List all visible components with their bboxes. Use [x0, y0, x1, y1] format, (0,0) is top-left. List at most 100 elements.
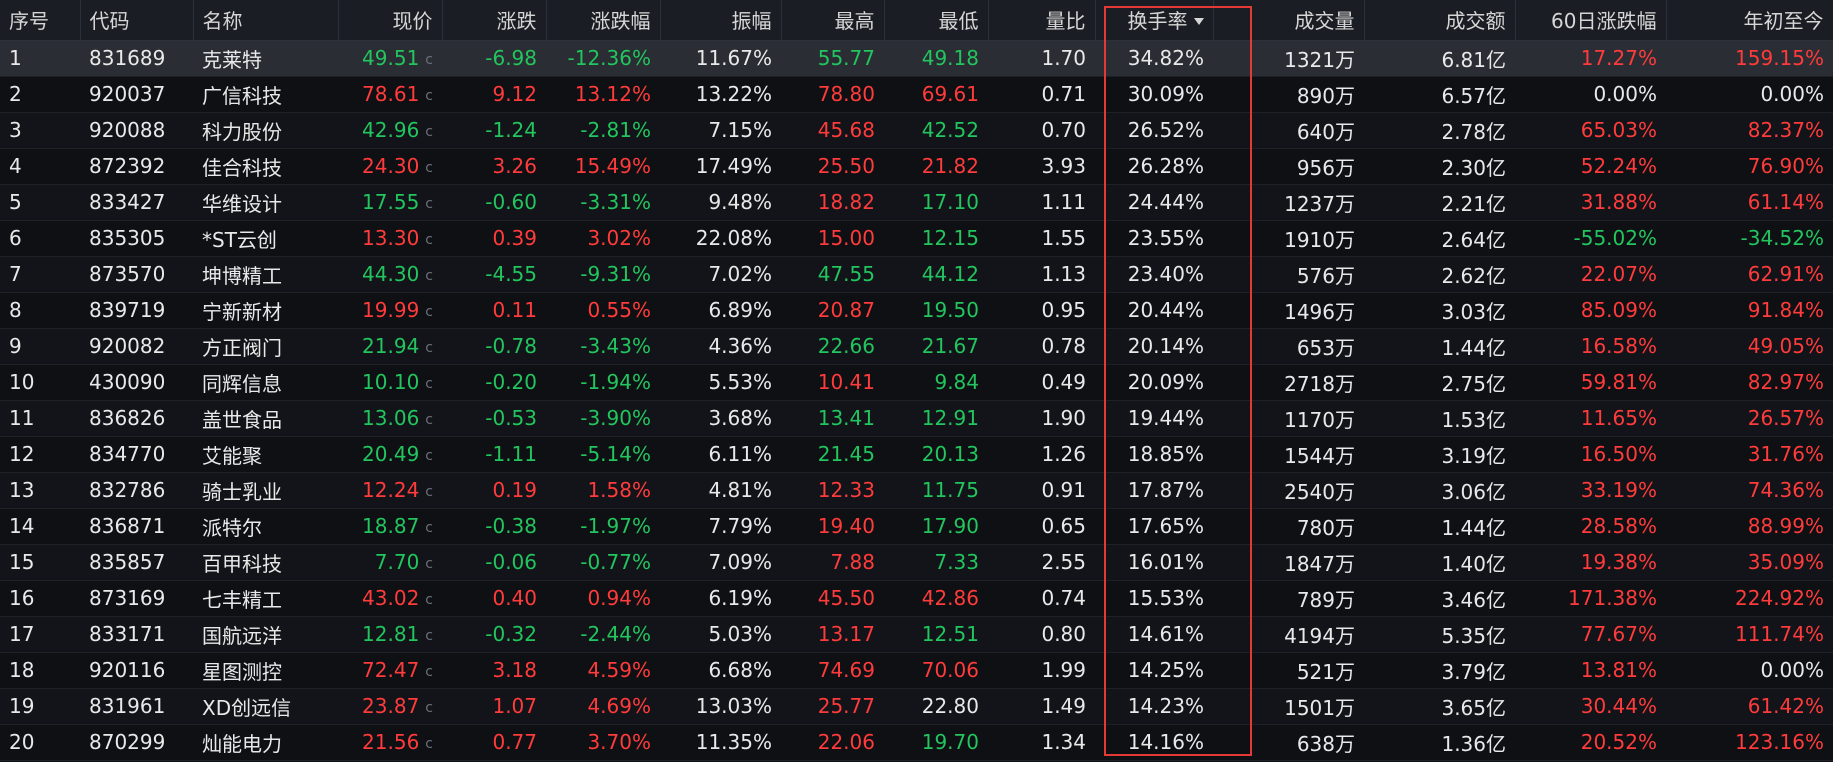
cell-chg60-value: 17.27% [1580, 46, 1657, 70]
cell-change-pct-value: -5.14% [580, 442, 651, 466]
table-row[interactable]: 16 873169 七丰精工 43.02 c 0.40 0.94% 6.19% 45.50 42.… [0, 580, 1833, 617]
cell-chg60: 11.65% [1515, 400, 1666, 437]
price-suffix-mark: c [425, 160, 433, 176]
cell-vol-ratio-value: 1.55 [1041, 226, 1086, 250]
cell-amplitude-value: 4.81% [708, 478, 772, 502]
cell-chg60-value: 19.38% [1580, 550, 1657, 574]
cell-change: 0.19 [442, 472, 546, 509]
cell-chg60: 17.27% [1515, 40, 1666, 77]
col-header-amount[interactable]: 成交额 [1364, 0, 1516, 41]
table-row[interactable]: 12 834770 艾能聚 20.49 c -1.11 -5.14% 6.11% 21.45 20… [0, 436, 1833, 473]
cell-ytd: 31.76% [1666, 436, 1833, 473]
col-header-volume[interactable]: 成交量 [1213, 0, 1365, 41]
cell-change-value: -0.60 [485, 190, 537, 214]
cell-turnover-value: 17.87% [1127, 478, 1204, 502]
cell-price-value: 12.81 [362, 622, 420, 646]
cell-amount-value: 2.62亿 [1441, 263, 1506, 288]
cell-low-value: 21.67 [921, 334, 979, 358]
cell-ytd-value: 0.00% [1760, 82, 1824, 106]
price-suffix-mark: c [425, 196, 433, 212]
cell-ytd: 91.84% [1666, 292, 1833, 329]
table-row[interactable]: 1 831689 克莱特 49.51 c -6.98 -12.36% 11.67% 55.77 4… [0, 40, 1833, 77]
cell-volume-value: 4194万 [1284, 623, 1355, 648]
col-header-vol-ratio[interactable]: 量比 [988, 0, 1096, 41]
sort-desc-icon [1193, 18, 1204, 26]
table-row[interactable]: 7 873570 坤博精工 44.30 c -4.55 -9.31% 7.02% 47.55 44… [0, 256, 1833, 293]
cell-high: 25.50 [781, 148, 884, 185]
col-header-chg60[interactable]: 60日涨跌幅 [1515, 0, 1667, 41]
col-header-code[interactable]: 代码 [80, 0, 194, 41]
table-row[interactable]: 10 430090 同辉信息 10.10 c -0.20 -1.94% 5.53% 10.41 9… [0, 364, 1833, 401]
cell-code-value: 835857 [89, 550, 166, 574]
cell-volume-value: 1237万 [1284, 191, 1355, 216]
cell-ytd: 0.00% [1666, 76, 1833, 113]
cell-high: 45.68 [781, 112, 884, 149]
cell-change-pct: -12.36% [546, 40, 660, 77]
cell-change-value: -0.06 [485, 550, 537, 574]
col-header-name[interactable]: 名称 [193, 0, 339, 41]
table-row[interactable]: 14 836871 派特尔 18.87 c -0.38 -1.97% 7.79% 19.40 17… [0, 508, 1833, 545]
table-row[interactable]: 9 920082 方正阀门 21.94 c -0.78 -3.43% 4.36% 22.66 21… [0, 328, 1833, 365]
cell-price: 18.87 c [338, 508, 442, 545]
table-row[interactable]: 5 833427 华维设计 17.55 c -0.60 -3.31% 9.48% 18.82 17… [0, 184, 1833, 221]
cell-chg60: 77.67% [1515, 616, 1666, 653]
cell-low: 42.52 [884, 112, 988, 149]
cell-name: 科力股份 [193, 112, 338, 149]
cell-amount-value: 3.03亿 [1441, 299, 1506, 324]
cell-change-pct-value: -1.94% [580, 370, 651, 394]
cell-seq-value: 5 [9, 190, 22, 214]
col-header-amplitude[interactable]: 振幅 [660, 0, 782, 41]
cell-seq-value: 19 [9, 694, 35, 718]
cell-high: 7.88 [781, 544, 884, 581]
table-row[interactable]: 11 836826 盖世食品 13.06 c -0.53 -3.90% 3.68% 13.41 1… [0, 400, 1833, 437]
cell-ytd-value: 26.57% [1747, 406, 1824, 430]
cell-low: 49.18 [884, 40, 988, 77]
col-header-change-pct[interactable]: 涨跌幅 [546, 0, 661, 41]
cell-high-value: 19.40 [817, 514, 875, 538]
cell-high-value: 45.50 [817, 586, 875, 610]
table-row[interactable]: 2 920037 广信科技 78.61 c 9.12 13.12% 13.22% 78.80 69… [0, 76, 1833, 113]
col-header-turnover[interactable]: 换手率 [1095, 0, 1214, 41]
cell-low: 44.12 [884, 256, 988, 293]
cell-amount: 2.75亿 [1364, 364, 1515, 401]
table-row[interactable]: 8 839719 宁新新材 19.99 c 0.11 0.55% 6.89% 20.87 19.5… [0, 292, 1833, 329]
table-row[interactable]: 19 831961 XD创远信 23.87 c 1.07 4.69% 13.03% 25.77 2… [0, 688, 1833, 725]
table-row[interactable]: 15 835857 百甲科技 7.70 c -0.06 -0.77% 7.09% 7.88 7.3… [0, 544, 1833, 581]
cell-change-pct-value: 0.55% [587, 298, 651, 322]
table-row[interactable]: 3 920088 科力股份 42.96 c -1.24 -2.81% 7.15% 45.68 42… [0, 112, 1833, 149]
cell-code-value: 920116 [89, 658, 166, 682]
cell-amplitude: 13.03% [660, 688, 781, 725]
table-row[interactable]: 17 833171 国航远洋 12.81 c -0.32 -2.44% 5.03% 13.17 1… [0, 616, 1833, 653]
col-header-price[interactable]: 现价 [338, 0, 443, 41]
cell-amount: 1.44亿 [1364, 508, 1515, 545]
cell-volume-value: 653万 [1296, 335, 1355, 360]
cell-volume: 789万 [1213, 580, 1364, 617]
cell-name: *ST云创 [193, 220, 338, 257]
cell-name-value: 派特尔 [202, 515, 262, 540]
table-row[interactable]: 18 920116 星图测控 72.47 c 3.18 4.59% 6.68% 74.69 70.… [0, 652, 1833, 689]
cell-high-value: 20.87 [817, 298, 875, 322]
table-row[interactable]: 20 870299 灿能电力 21.56 c 0.77 3.70% 11.35% 22.06 19… [0, 724, 1833, 761]
table-row[interactable]: 4 872392 佳合科技 24.30 c 3.26 15.49% 17.49% 25.50 21… [0, 148, 1833, 185]
cell-high: 21.45 [781, 436, 884, 473]
cell-name-value: 百甲科技 [202, 551, 282, 576]
cell-amplitude: 4.81% [660, 472, 781, 509]
col-header-low[interactable]: 最低 [884, 0, 989, 41]
col-header-seq[interactable]: 序号 [0, 0, 81, 41]
cell-change-value: -0.32 [485, 622, 537, 646]
cell-chg60-value: 31.88% [1580, 190, 1657, 214]
cell-amount: 6.57亿 [1364, 76, 1515, 113]
cell-change-pct: 4.69% [546, 688, 660, 725]
cell-code-value: 920088 [89, 118, 166, 142]
table-row[interactable]: 6 835305 *ST云创 13.30 c 0.39 3.02% 22.08% 15.00 12… [0, 220, 1833, 257]
table-row[interactable]: 13 832786 骑士乳业 12.24 c 0.19 1.58% 4.81% 12.33 11.… [0, 472, 1833, 509]
col-header-ytd[interactable]: 年初至今 [1666, 0, 1833, 41]
col-header-high[interactable]: 最高 [781, 0, 885, 41]
cell-ytd-value: 62.91% [1747, 262, 1824, 286]
cell-change-pct: -9.31% [546, 256, 660, 293]
cell-low-value: 12.91 [921, 406, 979, 430]
cell-chg60-value: 11.65% [1580, 406, 1657, 430]
col-header-change[interactable]: 涨跌 [442, 0, 547, 41]
cell-low: 12.15 [884, 220, 988, 257]
cell-amount: 1.36亿 [1364, 724, 1515, 761]
